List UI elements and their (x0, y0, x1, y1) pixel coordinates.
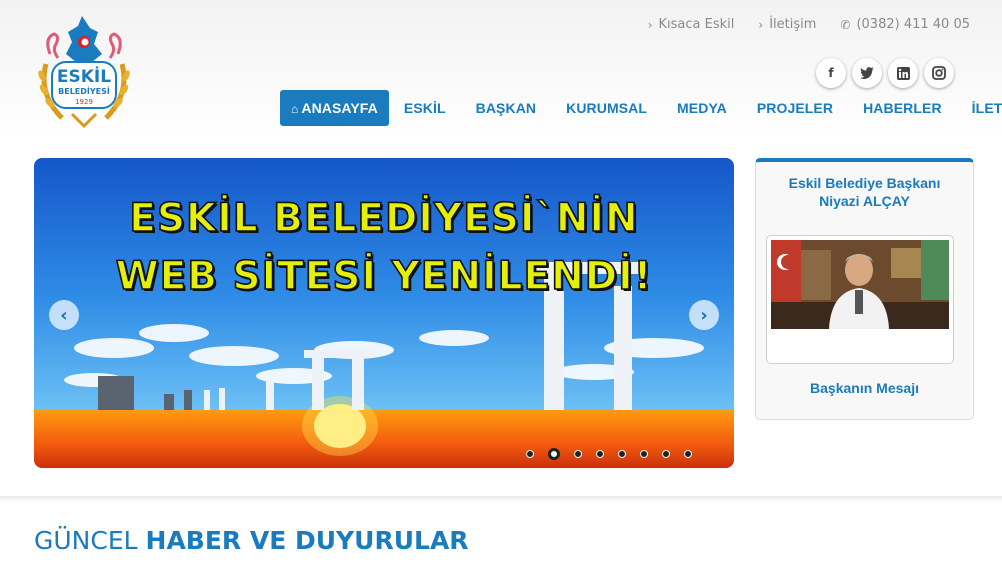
top-link-iletisim[interactable]: › İletişim (758, 17, 816, 32)
phone-icon: ✆ (840, 17, 851, 32)
nav-iletisim[interactable]: İLETİŞİM (957, 90, 1002, 126)
slider-dot[interactable] (596, 450, 604, 458)
mayor-title: Eskil Belediye Başkanı Niyazi ALÇAY (788, 175, 941, 209)
slider-dot[interactable] (640, 450, 648, 458)
slider-dot[interactable] (618, 450, 626, 458)
slider-dot[interactable] (662, 450, 670, 458)
slider-dot[interactable] (574, 450, 582, 458)
logo-name-line1: ESKİL (57, 65, 111, 87)
nav-eskil[interactable]: ESKİL (389, 90, 461, 126)
nav-medya[interactable]: MEDYA (662, 90, 742, 126)
logo-name-line2: BELEDİYESİ (58, 86, 110, 96)
top-links: › Kısaca Eskil › İletişim ✆ (0382) 411 4… (648, 17, 970, 32)
chevron-right-icon: › (758, 17, 764, 32)
slider-dot[interactable] (548, 448, 560, 460)
nav-kurumsal[interactable]: KURUMSAL (551, 90, 662, 126)
slider-next-arrow-icon[interactable]: › (689, 300, 719, 330)
slider-pagination (526, 448, 692, 460)
slide-headline-line2: WEB SİTESİ YENİLENDİ! (115, 253, 653, 300)
nav-baskan[interactable]: BAŞKAN (461, 90, 552, 126)
slider-dot[interactable] (684, 450, 692, 458)
hero-slider[interactable]: ESKİL BELEDİYESİ`NİN WEB SİTESİ YENİLEND… (34, 158, 734, 468)
municipality-logo[interactable]: ESKİL BELEDİYESİ 1929 (32, 14, 136, 130)
mayor-box: Eskil Belediye Başkanı Niyazi ALÇAY Başk… (755, 158, 974, 420)
news-section-title: GÜNCEL HABER VE DUYURULAR (34, 526, 469, 555)
home-icon: ⌂ (291, 102, 299, 116)
nav-haberler[interactable]: HABERLER (848, 90, 957, 126)
mayor-message-link[interactable]: Başkanın Mesajı (756, 380, 973, 396)
instagram-icon[interactable] (924, 58, 954, 88)
chevron-right-icon: › (647, 17, 653, 32)
linkedin-icon[interactable] (888, 58, 918, 88)
logo-year: 1929 (75, 98, 93, 106)
top-link-label: İletişim (769, 17, 817, 32)
facebook-icon[interactable]: f (816, 58, 846, 88)
top-link-label: Kısaca Eskil (658, 17, 735, 32)
top-link-phone[interactable]: ✆ (0382) 411 40 05 (840, 17, 970, 32)
twitter-icon[interactable] (852, 58, 882, 88)
slide-headline-line1: ESKİL BELEDİYESİ`NİN (128, 195, 639, 242)
mayor-photo (771, 240, 949, 329)
nav-projeler[interactable]: PROJELER (742, 90, 848, 126)
social-links: f (816, 58, 954, 88)
slider-prev-arrow-icon[interactable]: ‹ (49, 300, 79, 330)
mayor-photo-frame[interactable] (766, 235, 954, 364)
phone-number: (0382) 411 40 05 (856, 17, 970, 32)
section-divider (0, 496, 1002, 502)
main-nav: ⌂ ANASAYFA ESKİL BAŞKAN KURUMSAL MEDYA PR… (280, 90, 1002, 126)
top-link-kisaca-eskil[interactable]: › Kısaca Eskil (648, 17, 735, 32)
nav-anasayfa[interactable]: ⌂ ANASAYFA (280, 90, 389, 126)
slider-dot[interactable] (526, 450, 534, 458)
